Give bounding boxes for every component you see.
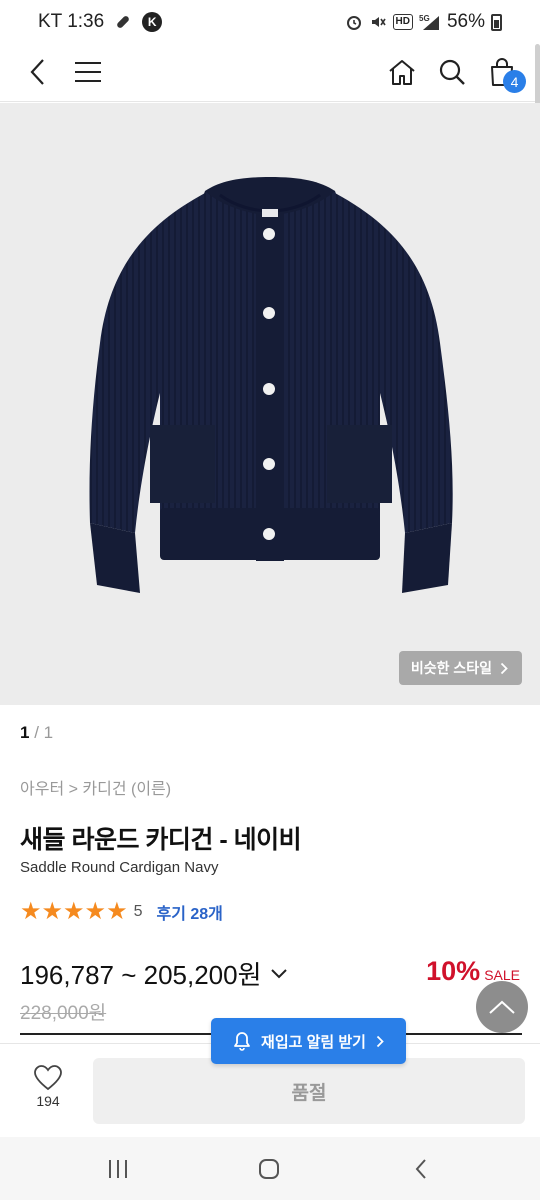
product-title: 새들 라운드 카디건 - 네이비 xyxy=(20,826,302,854)
bell-icon xyxy=(234,1032,250,1051)
home-button[interactable] xyxy=(382,52,422,92)
like-count: 194 xyxy=(36,1093,60,1109)
status-time: KT 1:36 xyxy=(38,11,105,32)
pager-separator: / xyxy=(29,723,44,742)
home-nav-button[interactable] xyxy=(249,1155,289,1183)
product-subtitle: Saddle Round Cardigan Navy xyxy=(20,859,219,876)
product-image[interactable]: 비슷한 스타일 xyxy=(0,103,540,705)
chevron-right-icon xyxy=(376,1035,384,1047)
chevron-right-icon xyxy=(500,662,508,674)
rating-score: 5 xyxy=(133,903,143,920)
home-circle-icon xyxy=(259,1159,279,1179)
scrollbar-thumb[interactable] xyxy=(535,44,540,112)
star-rating-icon: ★★★★★ xyxy=(20,898,128,925)
recent-apps-icon xyxy=(109,1160,127,1178)
restock-alert-button[interactable]: 재입고 알림 받기 xyxy=(211,1018,406,1064)
review-count-link[interactable]: 후기 28개 xyxy=(156,900,222,924)
cart-button[interactable]: 4 xyxy=(482,52,526,93)
chevron-left-icon xyxy=(30,59,44,85)
back-button[interactable] xyxy=(18,52,58,92)
signal-5g-icon: 5G xyxy=(419,13,441,31)
restock-alert-label: 재입고 알림 받기 xyxy=(261,1033,366,1051)
search-button[interactable] xyxy=(432,52,472,92)
k-app-icon: K xyxy=(142,12,163,32)
back-nav-button[interactable] xyxy=(401,1155,441,1183)
hd-voice-icon: HD xyxy=(392,14,413,30)
heart-icon xyxy=(34,1065,62,1091)
battery-percent: 56% xyxy=(446,11,485,32)
search-icon xyxy=(439,59,465,85)
alarm-icon xyxy=(345,13,363,31)
pill-icon xyxy=(114,13,132,31)
original-price: 228,000원 xyxy=(20,1003,107,1024)
recent-apps-button[interactable] xyxy=(98,1155,138,1183)
pager-total: 1 xyxy=(43,723,54,742)
status-bar: KT 1:36 K HD 5G 56% xyxy=(0,0,540,44)
like-button[interactable]: 194 xyxy=(18,1064,78,1109)
cardigan-image xyxy=(89,177,453,593)
scroll-to-top-button[interactable] xyxy=(476,981,528,1033)
similar-style-label: 비슷한 스타일 xyxy=(410,660,492,676)
system-nav-bar xyxy=(0,1137,540,1200)
soldout-button[interactable]: 품절 xyxy=(93,1058,525,1124)
similar-style-button[interactable]: 비슷한 스타일 xyxy=(398,651,522,685)
mute-icon xyxy=(369,13,387,31)
rating-row: ★★★★★ 5 후기 28개 xyxy=(20,899,223,925)
chevron-up-icon xyxy=(489,1000,515,1014)
menu-button[interactable] xyxy=(68,52,108,92)
home-icon xyxy=(389,60,415,85)
price-range[interactable]: 196,787 ~ 205,200원 xyxy=(20,955,288,992)
price-text: 196,787 ~ 205,200원 xyxy=(20,960,262,990)
image-pager: 1 / 1 xyxy=(20,723,53,743)
battery-icon xyxy=(491,13,502,31)
cart-count-badge: 4 xyxy=(503,70,526,93)
back-arrow-icon xyxy=(415,1159,426,1179)
discount-percent: 10% xyxy=(426,956,481,986)
chevron-down-icon xyxy=(270,968,287,978)
breadcrumb[interactable]: 아우터 > 카디건 (이른) xyxy=(20,775,171,799)
svg-text:5G: 5G xyxy=(419,14,430,23)
hamburger-icon xyxy=(75,62,101,82)
top-nav: 4 xyxy=(0,44,540,102)
